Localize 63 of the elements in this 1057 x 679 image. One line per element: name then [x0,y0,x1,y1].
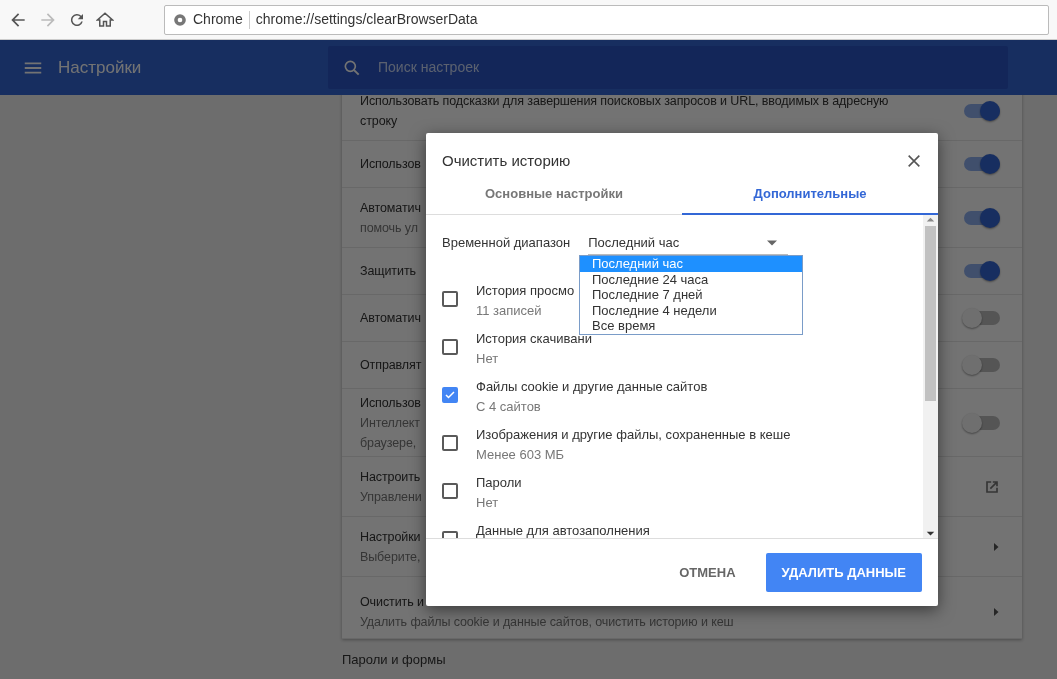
scrollbar[interactable] [923,215,938,538]
setting-label: Защитить [360,263,416,280]
item-detail: Менее 603 МБ [476,446,565,464]
cancel-button[interactable]: ОТМЕНА [673,561,742,584]
setting-label: Использовать подсказки для завершения поисковых запросов и URL, вводимых в адресную [360,92,889,110]
dropdown-option[interactable]: Последние 7 дней [580,287,802,303]
tab[interactable]: Дополнительные [682,175,938,215]
scrollbar-thumb[interactable] [925,226,936,401]
toggle-switch[interactable] [964,264,1000,278]
item-label: Файлы cookie и другие данные сайтов [476,378,708,396]
checkbox[interactable] [442,387,458,403]
setting-label: Настройки [360,528,421,546]
dialog-title: Очистить историю [442,150,571,171]
item-detail: Нет [476,494,499,512]
field-label: Временной диапазон [442,234,571,253]
checkbox[interactable] [442,435,458,451]
url-text: chrome://settings/clearBrowserData [255,10,478,29]
setting-description: Удалить файлы cookie и данные сайтов, очистить историю и кеш [360,613,734,631]
section-heading: Пароли и формы [342,651,447,669]
setting-label: строку [360,112,398,130]
close-icon[interactable] [906,153,922,169]
check-icon [444,388,456,402]
toggle-switch[interactable] [964,157,1000,171]
setting-description: браузере, [360,434,417,452]
toggle-switch[interactable] [964,358,1000,372]
item-label: Изображения и другие файлы, сохраненные в кеше [476,426,791,444]
setting-label: Использов [360,156,421,173]
site-name: Chrome [193,10,243,29]
setting-label: Очистить и [360,593,424,611]
toggle-switch[interactable] [964,311,1000,325]
time-range-select[interactable]: Последний час [588,231,789,255]
checkbox[interactable] [442,291,458,307]
item-label: Пароли [476,474,522,492]
scroll-down-icon [926,529,935,538]
setting-label: Настроить [360,468,421,486]
setting-label: Отправлят [360,357,422,374]
tab[interactable]: Основные настройки [426,175,682,215]
item-label: История просмо [476,282,575,300]
setting-description: помочь ул [360,219,418,237]
delete-data-button[interactable]: УДАЛИТЬ ДАННЫЕ [765,552,922,593]
checkbox[interactable] [442,339,458,355]
home-icon[interactable] [96,10,114,29]
address-bar[interactable]: Chrome chrome://settings/clearBrowserData [164,4,1049,35]
item-label: Данные для автозаполнения [476,522,650,538]
search-bar[interactable]: Поиск настроек [328,46,1008,89]
page-title: Настройки [58,56,143,79]
toggle-switch[interactable] [964,415,1000,430]
toggle-switch[interactable] [964,103,1000,118]
setting-label: Автоматич [360,199,421,217]
checkbox[interactable] [442,483,458,499]
dropdown-option[interactable]: Последние 24 часа [580,271,802,288]
scroll-up-icon [926,215,935,224]
setting-description: Выберите, [360,548,421,566]
toggle-switch[interactable] [964,210,1000,225]
setting-label: Использов [360,394,421,412]
search-field[interactable]: Поиск настроек [376,56,994,79]
setting-description: Интеллект [360,414,420,432]
dropdown-option[interactable]: Последние 4 недели [580,302,802,319]
item-detail: С 4 сайтов [476,398,541,416]
item-detail: 11 записей [476,302,542,320]
item-detail: Нет [476,350,499,368]
setting-label: Автоматич [360,310,421,327]
setting-description: Управлени [360,488,422,506]
